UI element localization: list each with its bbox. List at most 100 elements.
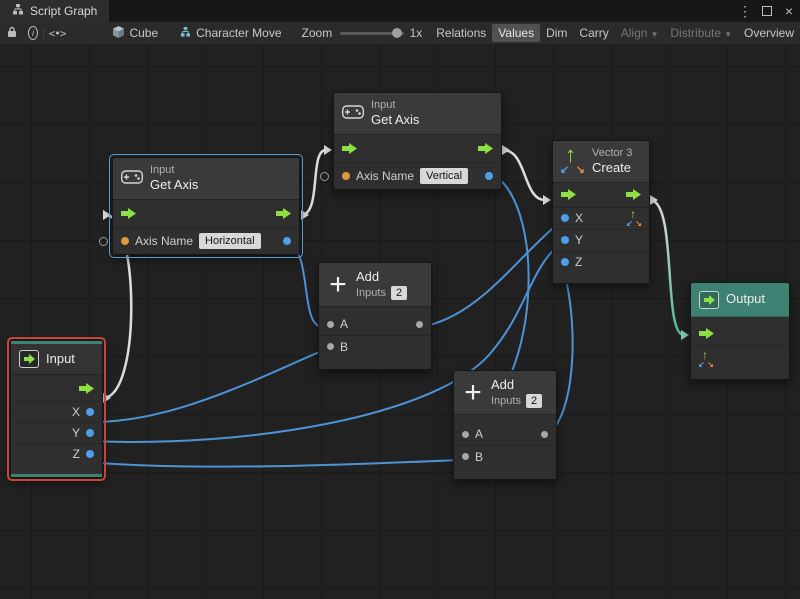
b-input-port[interactable]	[327, 343, 334, 350]
x-output-port[interactable]	[86, 408, 94, 416]
unconnected-port-icon[interactable]	[99, 237, 108, 246]
value-output-port[interactable]	[485, 172, 493, 180]
port-row-z: Z	[11, 443, 102, 464]
node-output[interactable]: Output ↑↙↘	[690, 282, 790, 380]
node-add-bottom[interactable]: + Add Inputs 2 A B	[453, 370, 557, 480]
axis-name-input[interactable]: Horizontal	[199, 233, 261, 249]
add-icon: +	[462, 380, 484, 406]
value-output-port[interactable]	[283, 237, 291, 245]
node-vector3-create[interactable]: ↑ ↙ ↘ Vector 3 Create X ↑↙↘	[552, 140, 650, 284]
port-row-a: A	[319, 313, 431, 335]
x-label: X	[575, 211, 583, 225]
value-port-row: ↑↙↘	[691, 345, 789, 371]
control-input-port[interactable]	[121, 208, 136, 219]
node-add-top[interactable]: + Add Inputs 2 A B	[318, 262, 432, 370]
character-move-button[interactable]: Character Move	[174, 24, 287, 42]
lock-icon[interactable]	[7, 26, 17, 41]
y-input-port[interactable]	[561, 236, 569, 244]
control-input-port[interactable]	[561, 189, 576, 200]
control-port-row	[113, 200, 299, 227]
z-output-port[interactable]	[86, 450, 94, 458]
control-port-triangle	[502, 145, 510, 155]
inputs-count-input[interactable]: 2	[391, 286, 407, 300]
graph-canvas[interactable]: Input Get Axis Axis Name Vertical	[0, 44, 800, 599]
control-port-row	[334, 135, 501, 162]
align-dropdown[interactable]: Align▼	[615, 24, 665, 42]
close-icon[interactable]: ×	[778, 0, 800, 22]
cube-asset-button[interactable]: Cube	[107, 24, 164, 43]
port-row-z: Z	[553, 251, 649, 273]
node-title: Create	[592, 160, 632, 176]
values-button[interactable]: Values	[492, 24, 540, 42]
relations-button[interactable]: Relations	[430, 24, 492, 42]
node-input[interactable]: Input X Y Z	[10, 340, 103, 478]
overview-button[interactable]: Overview	[738, 24, 800, 42]
control-input-port[interactable]	[342, 143, 357, 154]
control-output-port[interactable]	[626, 189, 641, 200]
wire-input-x-to-add-top-b[interactable]	[87, 350, 324, 422]
axis-name-port[interactable]	[121, 237, 129, 245]
node-header[interactable]: Input Get Axis	[113, 158, 299, 200]
wire-getaxis-horizontal-to-getaxis-vertical[interactable]	[301, 150, 326, 215]
control-output-port[interactable]	[79, 383, 94, 394]
node-get-axis-horizontal[interactable]: Input Get Axis Axis Name Horizontal	[112, 157, 300, 255]
x-input-port[interactable]	[561, 214, 569, 222]
axis-name-input[interactable]: Vertical	[420, 168, 468, 184]
node-header[interactable]: ↑ ↙ ↘ Vector 3 Create	[553, 141, 649, 183]
node-header[interactable]: Input	[11, 344, 102, 375]
code-icon[interactable]: <•>	[49, 27, 66, 40]
port-row-y: Y	[11, 422, 102, 443]
port-row-b: B	[454, 445, 556, 467]
node-get-axis-vertical[interactable]: Input Get Axis Axis Name Vertical	[333, 92, 502, 190]
script-graph-icon	[12, 4, 24, 18]
node-title: Add	[356, 269, 407, 285]
dim-button[interactable]: Dim	[540, 24, 573, 42]
menu-icon[interactable]: ⋮	[734, 0, 756, 22]
node-header[interactable]: + Add Inputs 2	[319, 263, 431, 307]
z-label: Z	[575, 255, 582, 269]
inputs-count-input[interactable]: 2	[526, 394, 542, 408]
control-output-port[interactable]	[478, 143, 493, 154]
distribute-dropdown[interactable]: Distribute▼	[664, 24, 738, 42]
a-input-port[interactable]	[327, 321, 334, 328]
output-icon	[699, 291, 719, 309]
control-port-triangle	[681, 330, 689, 340]
b-input-port[interactable]	[462, 453, 469, 460]
z-label: Z	[73, 447, 80, 461]
b-label: B	[475, 450, 483, 464]
zoom-slider[interactable]	[340, 32, 403, 35]
carry-button[interactable]: Carry	[573, 24, 614, 42]
input-icon	[19, 350, 39, 368]
port-row-a: A	[454, 423, 556, 445]
maximize-icon[interactable]	[756, 0, 778, 22]
control-port-row	[553, 183, 649, 207]
align-label: Align	[621, 26, 648, 40]
wire-add-top-to-vector3-x[interactable]	[420, 222, 560, 327]
tab-script-graph[interactable]: Script Graph	[0, 0, 109, 22]
port-row-y: Y	[553, 229, 649, 251]
unconnected-port-icon[interactable]	[320, 172, 329, 181]
sum-output-port[interactable]	[541, 431, 548, 438]
cube-icon	[113, 26, 124, 41]
a-label: A	[340, 317, 348, 331]
node-header[interactable]: Output	[691, 283, 789, 317]
control-input-port[interactable]	[699, 328, 714, 339]
axis-name-port[interactable]	[342, 172, 350, 180]
chevron-down-icon: ▼	[650, 30, 658, 39]
gamepad-icon	[121, 170, 143, 187]
node-header[interactable]: Input Get Axis	[334, 93, 501, 135]
y-output-port[interactable]	[86, 429, 94, 437]
z-input-port[interactable]	[561, 258, 569, 266]
vector3-type-icon: ↑↙↘	[699, 351, 713, 367]
wire-vector3-to-output[interactable]	[651, 200, 683, 335]
zoom-slider-handle[interactable]	[392, 28, 402, 38]
axis-name-row: Axis Name Horizontal	[113, 227, 299, 254]
node-category: Vector 3	[592, 147, 632, 160]
wire-input-z-to-add-bottom-b[interactable]	[87, 460, 460, 467]
control-output-port[interactable]	[276, 208, 291, 219]
node-header[interactable]: + Add Inputs 2	[454, 371, 556, 415]
sum-output-port[interactable]	[416, 321, 423, 328]
info-icon[interactable]: i	[28, 26, 38, 40]
a-input-port[interactable]	[462, 431, 469, 438]
event-color-bar	[11, 474, 102, 477]
